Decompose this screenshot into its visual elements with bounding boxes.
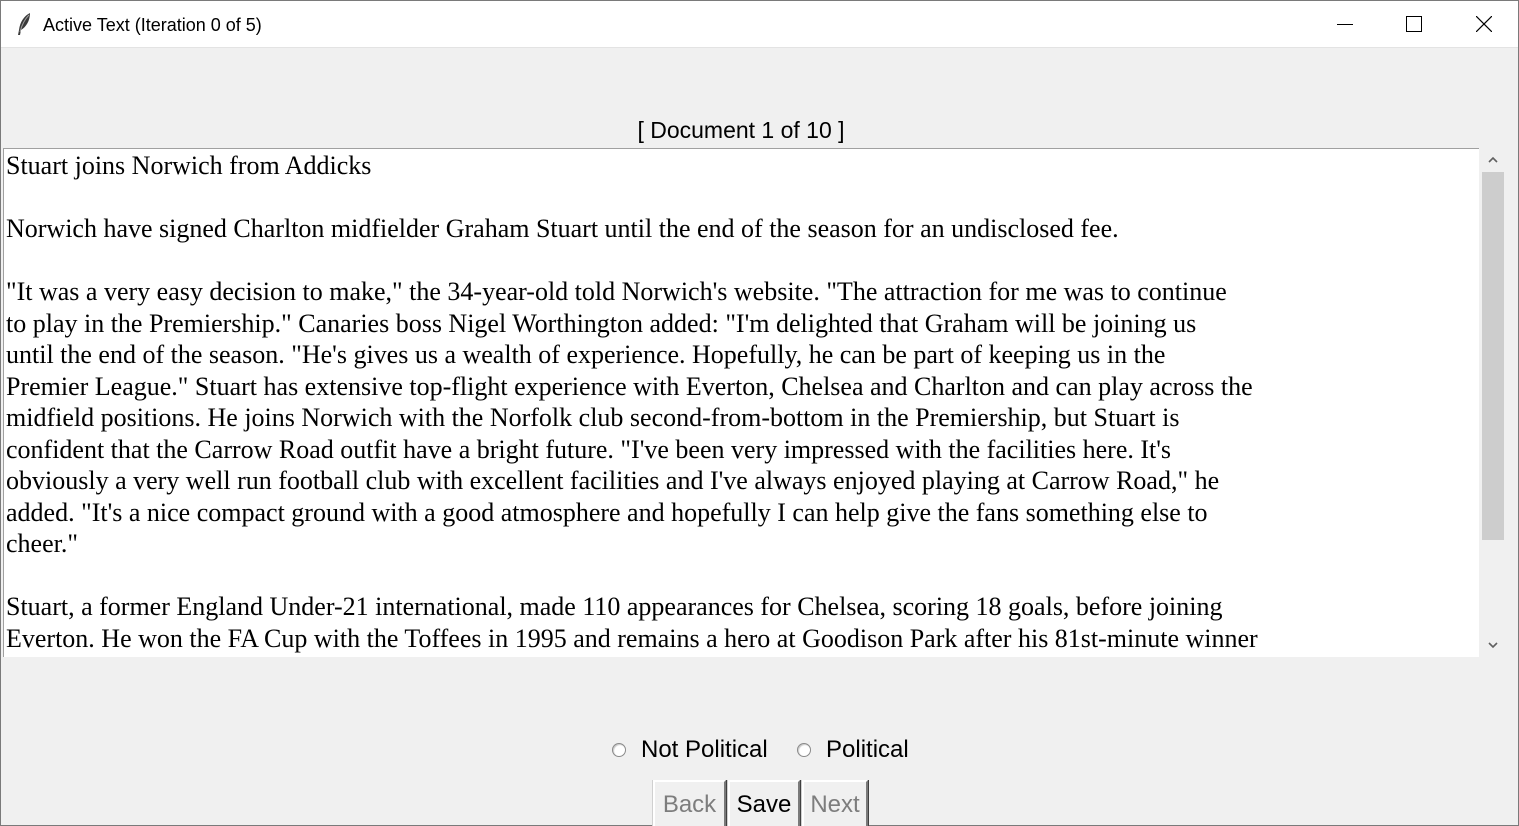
title-bar[interactable]: Active Text (Iteration 0 of 5) (1, 1, 1518, 48)
close-icon (1476, 16, 1492, 32)
radio-political[interactable]: Political (797, 735, 909, 765)
close-button[interactable] (1449, 1, 1519, 48)
label-radio-group: Not Political Political (1, 735, 1519, 765)
chevron-up-icon (1488, 156, 1498, 163)
document-text-area[interactable]: Stuart joins Norwich from Addicks Norwic… (3, 148, 1479, 657)
minimize-icon (1337, 24, 1353, 25)
next-button[interactable]: Next (802, 780, 868, 826)
feather-icon (15, 12, 35, 36)
maximize-icon (1406, 16, 1422, 32)
document-counter: [ Document 1 of 10 ] (637, 117, 845, 143)
scroll-up-button[interactable] (1481, 148, 1505, 172)
document-text: Stuart joins Norwich from Addicks Norwic… (6, 151, 1258, 653)
radio-political-label: Political (826, 736, 909, 763)
radio-circle-icon[interactable] (612, 743, 626, 757)
save-button[interactable]: Save (728, 780, 800, 826)
vertical-scrollbar[interactable] (1481, 148, 1505, 657)
radio-not-political[interactable]: Not Political (612, 735, 768, 765)
radio-not-political-label: Not Political (641, 736, 768, 763)
chevron-down-icon (1488, 642, 1498, 649)
maximize-button[interactable] (1379, 1, 1449, 48)
minimize-button[interactable] (1310, 1, 1380, 48)
radio-circle-icon[interactable] (797, 743, 811, 757)
window-title: Active Text (Iteration 0 of 5) (43, 15, 262, 35)
scroll-thumb[interactable] (1482, 172, 1504, 540)
app-window: Active Text (Iteration 0 of 5) [ Documen… (0, 0, 1519, 826)
back-button[interactable]: Back (653, 780, 726, 826)
scroll-down-button[interactable] (1481, 633, 1505, 657)
